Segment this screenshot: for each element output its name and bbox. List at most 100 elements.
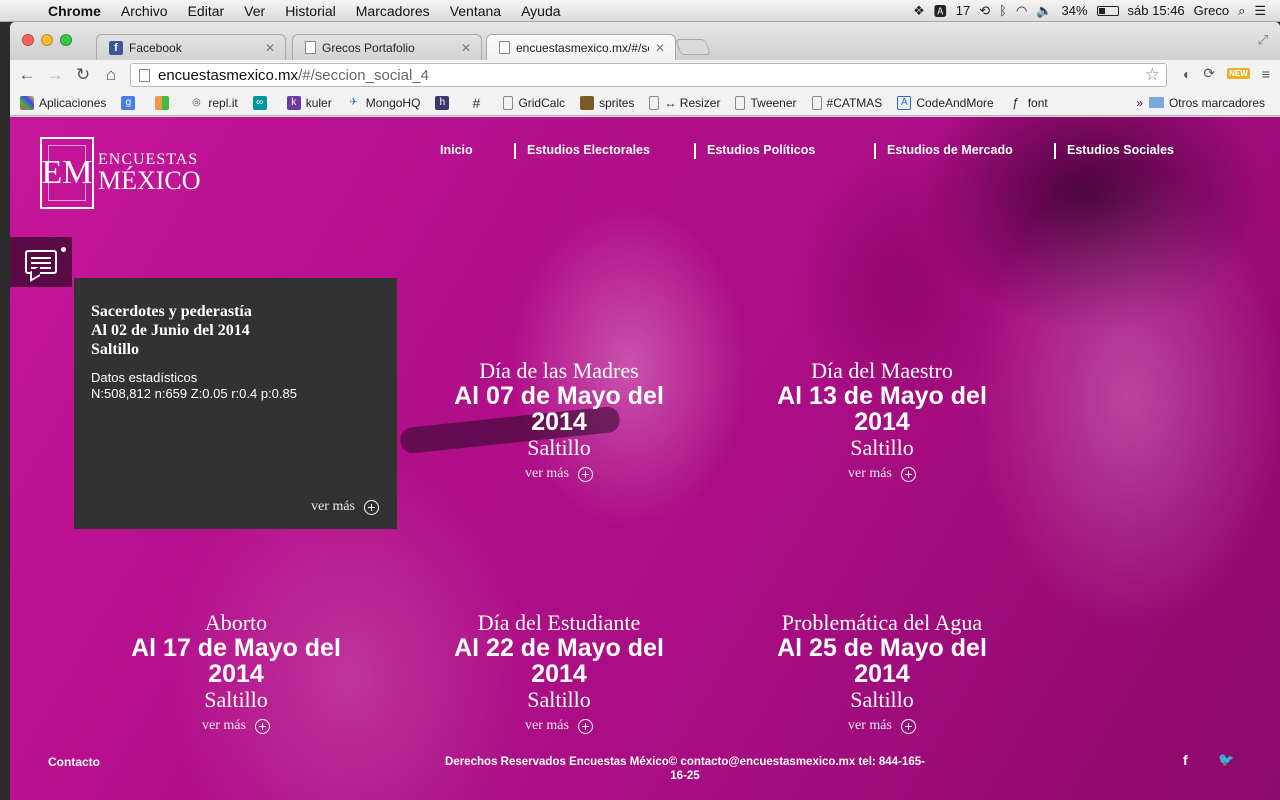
bookmark-h5[interactable]: h [435,95,454,110]
fullscreen-icon[interactable]: ⤢ [1258,32,1268,48]
menu-marcadores[interactable]: Marcadores [346,3,440,19]
nav-inicio[interactable]: Inicio [440,143,473,157]
bookmark-label: font [1027,95,1048,110]
ver-mas-link[interactable]: ver más [848,466,916,482]
study-date: Al 22 de Mayo del 2014 [454,634,664,688]
close-tab-icon[interactable]: ✕ [461,41,471,55]
logo-wordmark: ENCUESTAS MÉXICO [98,152,201,194]
home-button[interactable]: ⌂ [100,65,122,85]
study-dia-del-maestro[interactable]: Día del Maestro Al 13 de Mayo del 2014 S… [752,359,1012,482]
bookmark-mongohq[interactable]: ✈ MongoHQ [347,96,421,110]
reload-button[interactable]: ↻ [72,65,94,85]
new-tab-button[interactable] [675,39,711,55]
back-button[interactable]: ← [16,65,38,85]
footer-contact-link[interactable]: Contacto [48,755,100,769]
study-problematica-del-agua[interactable]: Problemática del Agua Al 25 de Mayo del … [752,611,1012,734]
plus-circle-icon [254,718,270,734]
ver-mas-link[interactable]: ver más [311,499,379,515]
tab-facebook[interactable]: f Facebook ✕ [96,34,286,60]
battery-icon[interactable] [1096,5,1119,16]
bookmark-otros-marcadores[interactable]: Otros marcadores [1148,96,1265,110]
close-window-button[interactable] [22,34,34,46]
ver-mas-link[interactable]: ver más [202,718,270,734]
bookmark-windows[interactable] [155,95,174,110]
nav-estudios-de-mercado[interactable]: Estudios de Mercado [887,143,1013,157]
bookmark-gridcalc[interactable]: GridCalc [503,95,566,110]
sync-extension-icon[interactable]: ⟳ [1203,65,1215,82]
time-machine-icon[interactable]: ⟲ [979,3,990,19]
bookmark-resizer[interactable]: ↔ Resizer [649,95,721,110]
menu-app-chrome[interactable]: Chrome [38,3,111,19]
ver-mas-link[interactable]: ver más [848,718,916,734]
bookmark-label: ↔ Resizer [664,95,721,110]
study-dia-de-las-madres[interactable]: Día de las Madres Al 07 de Mayo del 2014… [429,359,689,482]
bookmark-font[interactable]: ƒ font [1009,95,1048,110]
bookmark-replit[interactable]: ◎ repl.it [189,96,238,110]
menu-ver[interactable]: Ver [234,3,275,19]
menu-historial[interactable]: Historial [275,3,346,19]
menu-ayuda[interactable]: Ayuda [511,3,570,19]
menu-ventana[interactable]: Ventana [440,3,511,19]
nav-divider [514,143,516,159]
tab-grecos-portafolio[interactable]: Grecos Portafolio ✕ [292,34,482,60]
bookmark-codeandmore[interactable]: A CodeAndMore [897,95,994,110]
bookmarks-overflow-chevron-icon[interactable]: » [1136,96,1143,110]
volume-icon[interactable]: 🔈 [1036,3,1052,19]
page-icon [503,95,514,110]
bookmark-tweener[interactable]: Tweener [735,95,797,110]
chrome-menu-icon[interactable]: ≡ [1262,66,1270,82]
close-tab-icon[interactable]: ✕ [655,41,665,55]
nav-estudios-electorales[interactable]: Estudios Electorales [527,143,650,157]
adobe-icon[interactable]: 🅰 [934,1,947,20]
bookmark-sprites[interactable]: sprites [580,95,634,110]
study-dia-del-estudiante[interactable]: Día del Estudiante Al 22 de Mayo del 201… [429,611,689,734]
ver-mas-link[interactable]: ver más [525,466,593,482]
forward-button[interactable]: → [44,65,66,85]
close-tab-icon[interactable]: ✕ [265,41,275,55]
study-aborto[interactable]: Aborto Al 17 de Mayo del 2014 Saltillo v… [106,611,366,734]
comments-side-tab[interactable] [10,237,72,287]
menubar-user[interactable]: Greco [1194,3,1229,18]
bluetooth-icon[interactable]: ᛒ [999,3,1007,18]
infinity-icon: ∞ [252,95,267,110]
address-bar[interactable]: encuestasmexico.mx /#/seccion_social_4 ☆ [130,63,1167,87]
card-stats-label: Datos estadísticos [91,370,198,385]
menubar-clock[interactable]: sáb 15:46 [1128,3,1185,18]
menu-editar[interactable]: Editar [178,3,235,19]
study-title: Día de las Madres [479,358,639,383]
bookmark-google[interactable]: g [121,95,140,110]
notification-center-icon[interactable]: ☰ [1254,3,1266,19]
twitter-icon[interactable]: 🐦 [1218,752,1234,768]
facebook-icon[interactable]: f [1183,752,1188,768]
bookmark-grid[interactable]: # [469,95,488,111]
nav-estudios-sociales[interactable]: Estudios Sociales [1067,143,1174,157]
new-extension-badge[interactable]: NEW [1227,68,1250,79]
extension-icon[interactable]: ◐ [1183,66,1191,82]
wifi-icon[interactable]: ◠ [1016,3,1027,19]
tab-encuestasmexico[interactable]: encuestasmexico.mx/#/se ✕ [486,34,676,60]
study-city: Saltillo [204,687,268,712]
spotlight-icon[interactable]: ⌕ [1238,3,1245,19]
zoom-window-button[interactable] [60,34,72,46]
minimize-window-button[interactable] [41,34,53,46]
dropbox-icon[interactable]: ❖ [913,3,925,19]
bookmark-label: Aplicaciones [39,95,107,110]
bookmark-star-icon[interactable]: ☆ [1145,65,1160,85]
bookmark-label: GridCalc [518,95,566,110]
nav-estudios-politicos[interactable]: Estudios Políticos [707,143,815,157]
bookmark-arduino[interactable]: ∞ [252,95,272,110]
facebook-icon: f [109,40,123,55]
study-title: Problemática del Agua [781,610,983,635]
webpage: EM ENCUESTAS MÉXICO Inicio Estudios Elec… [10,117,1280,800]
bookmark-aplicaciones[interactable]: Aplicaciones [20,95,107,110]
ver-mas-label: ver más [525,718,569,733]
bookmark-label: CodeAndMore [916,95,994,110]
ver-mas-link[interactable]: ver más [525,718,593,734]
menu-archivo[interactable]: Archivo [111,3,178,19]
bookmarks-bar: Aplicaciones g ◎ repl.it ∞ k kuler ✈ Mon… [10,90,1280,116]
bookmark-kuler[interactable]: k kuler [286,95,332,110]
site-logo[interactable]: EM ENCUESTAS MÉXICO [40,137,201,209]
sprites-icon [580,95,595,110]
bookmark-catmas[interactable]: #CATMAS [811,95,882,110]
ver-mas-label: ver más [311,499,355,514]
